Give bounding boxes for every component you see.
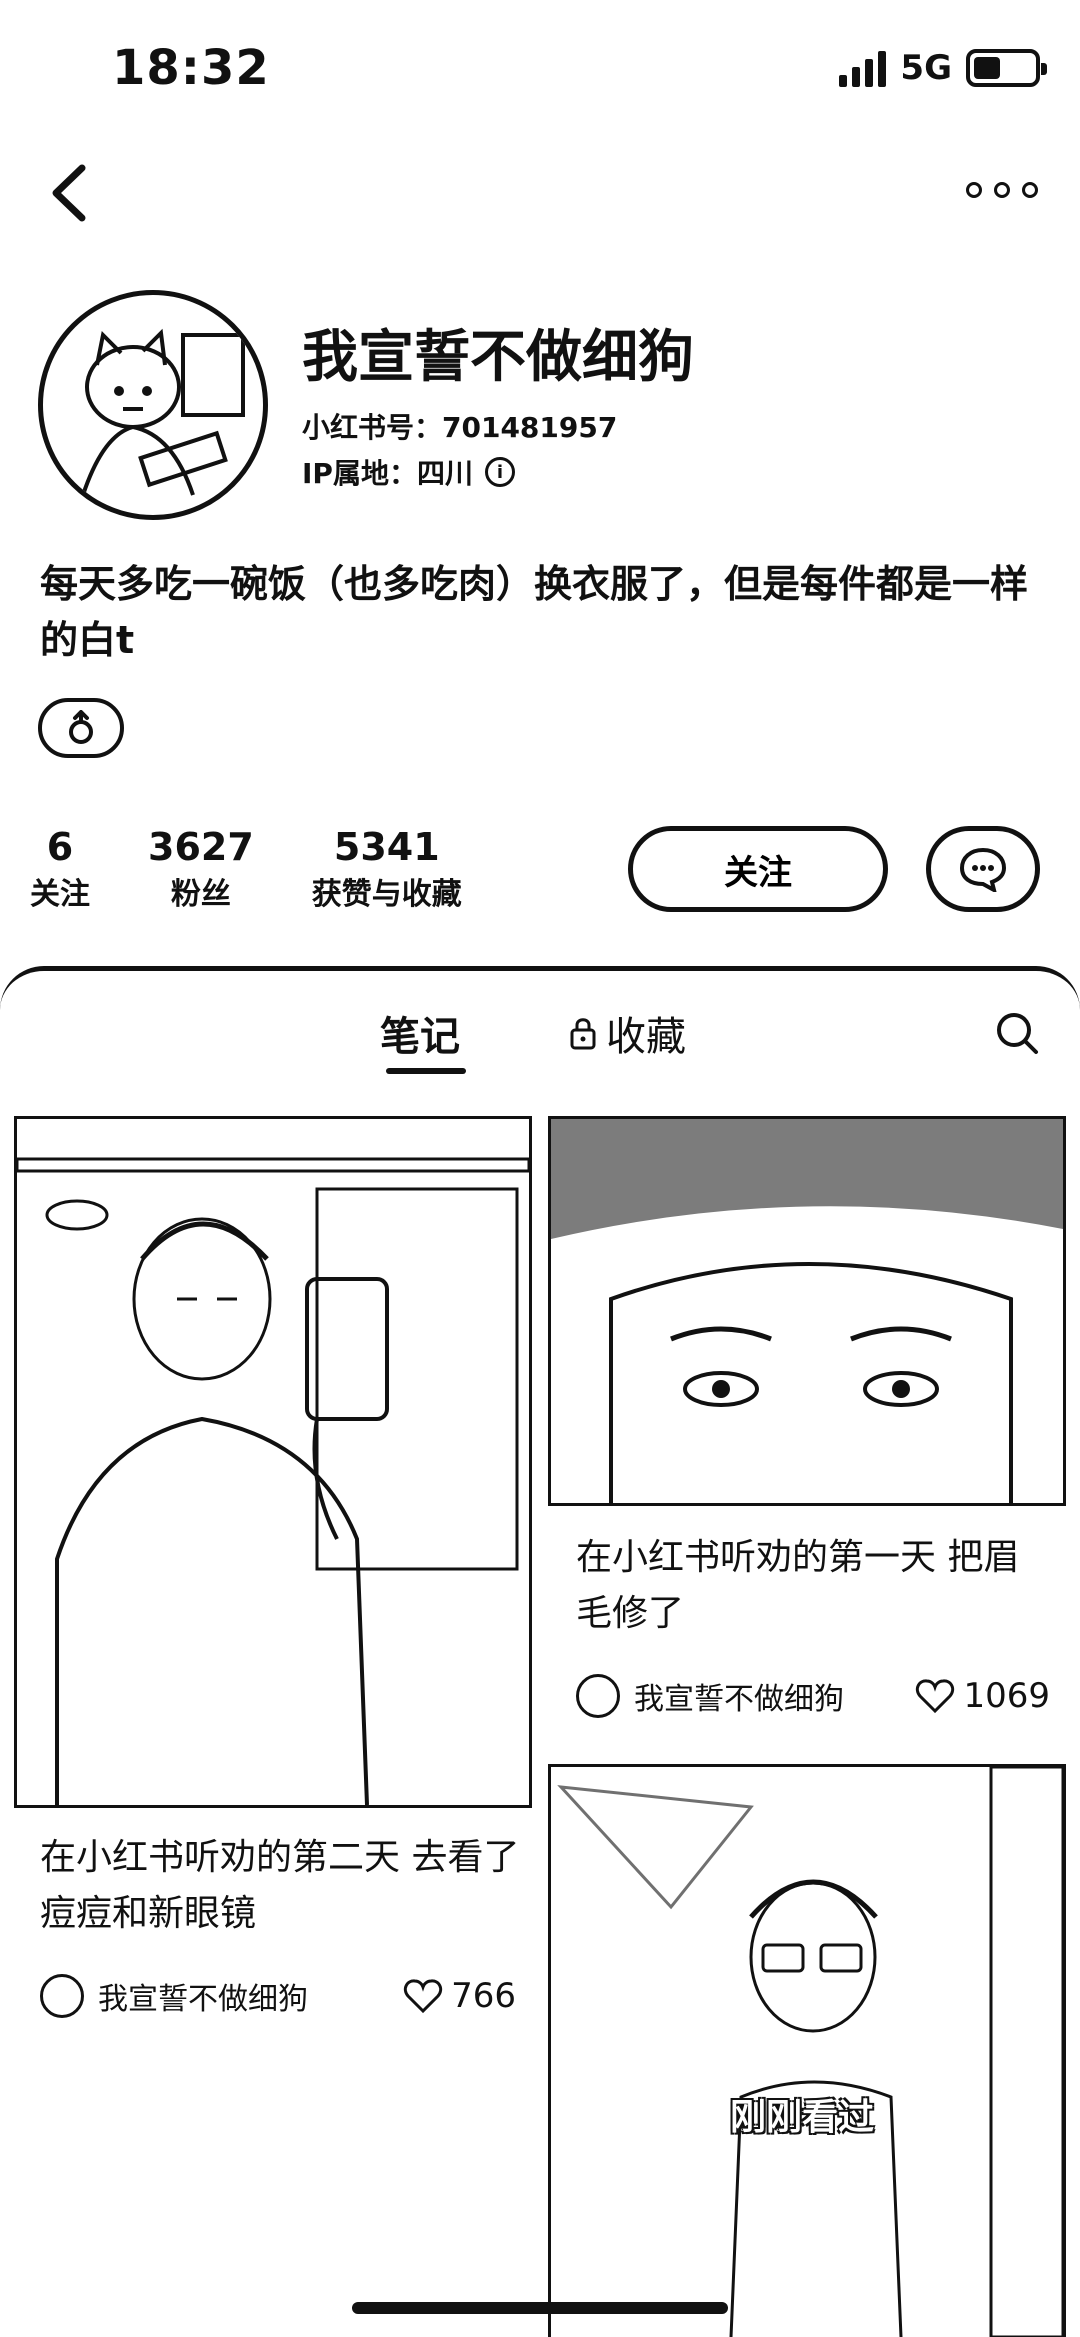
tab-collections[interactable]: 收藏 bbox=[568, 1004, 686, 1062]
stat-followers[interactable]: 3627 粉丝 bbox=[148, 824, 254, 916]
profile-stats: 6 关注 3627 粉丝 5341 获赞与收藏 bbox=[30, 824, 462, 916]
stat-likes-collects[interactable]: 5341 获赞与收藏 bbox=[312, 824, 462, 916]
recently-viewed-badge: 刚刚看过 bbox=[730, 2097, 875, 2138]
lock-icon bbox=[570, 1018, 596, 1050]
tab-collections-label: 收藏 bbox=[606, 1014, 686, 1060]
heart-icon bbox=[404, 1979, 443, 2014]
profile-tabs: 笔记 收藏 bbox=[0, 1000, 1080, 1080]
stat-following[interactable]: 6 关注 bbox=[30, 824, 90, 916]
gender-male-icon bbox=[69, 710, 93, 744]
follow-button[interactable]: 关注 bbox=[628, 826, 888, 912]
chat-button[interactable] bbox=[926, 826, 1040, 912]
note-cover-image bbox=[14, 1116, 532, 1808]
like-count: 1069 bbox=[963, 1676, 1050, 1716]
back-icon[interactable] bbox=[40, 158, 100, 228]
bio: 每天多吃一碗饭（也多吃肉）换衣服了，但是每件都是一样的白t bbox=[40, 562, 1029, 662]
stat-value: 6 bbox=[46, 825, 74, 869]
stat-label: 粉丝 bbox=[170, 877, 231, 912]
stat-value: 5341 bbox=[333, 825, 440, 869]
note-card[interactable] bbox=[548, 1764, 1066, 2337]
search-icon[interactable] bbox=[994, 1010, 1040, 1056]
info-icon[interactable]: i bbox=[484, 457, 515, 487]
ip-location-text: IP属地：四川 bbox=[302, 457, 473, 490]
stat-label: 关注 bbox=[30, 877, 90, 912]
more-icon[interactable] bbox=[966, 170, 1038, 210]
note-likes[interactable]: 1069 bbox=[915, 1676, 1050, 1716]
chat-icon bbox=[959, 847, 1007, 892]
stat-label: 获赞与收藏 bbox=[311, 877, 462, 912]
heart-icon bbox=[916, 1679, 955, 1714]
note-cover-image bbox=[548, 1764, 1066, 2337]
network-type: 5G bbox=[900, 48, 952, 88]
note-meta: 我宣誓不做细狗 766 bbox=[40, 1974, 516, 2018]
author-avatar bbox=[40, 1974, 84, 2018]
like-count: 766 bbox=[451, 1976, 516, 2016]
nickname: 我宣誓不做细狗 bbox=[302, 325, 694, 390]
note-card[interactable]: 在小红书听劝的第二天 去看了痘痘和新眼镜 我宣誓不做细狗 766 bbox=[14, 1116, 532, 2036]
gender-tag bbox=[38, 698, 124, 758]
red-id: 小红书号：701481957 bbox=[302, 411, 618, 444]
note-likes[interactable]: 766 bbox=[403, 1976, 516, 2016]
note-author: 我宣誓不做细狗 bbox=[98, 1982, 308, 2017]
ip-location: IP属地：四川 i bbox=[302, 452, 515, 492]
stat-value: 3627 bbox=[148, 825, 254, 869]
author-avatar bbox=[576, 1674, 620, 1718]
tab-notes[interactable]: 笔记 bbox=[380, 1004, 460, 1062]
note-card[interactable]: 在小红书听劝的第一天 把眉毛修了 我宣誓不做细狗 1069 bbox=[548, 1116, 1066, 1734]
battery-icon bbox=[966, 49, 1047, 87]
avatar[interactable] bbox=[38, 290, 268, 520]
status-icons: 5G bbox=[839, 48, 1047, 88]
home-indicator[interactable] bbox=[352, 2302, 728, 2314]
note-meta: 我宣誓不做细狗 1069 bbox=[576, 1674, 1050, 1718]
status-time: 18:32 bbox=[112, 40, 270, 96]
note-title: 在小红书听劝的第一天 把眉毛修了 bbox=[576, 1537, 1020, 1634]
status-bar: 18:32 5G bbox=[0, 0, 1080, 140]
tab-active-indicator bbox=[386, 1068, 466, 1074]
note-cover-image bbox=[548, 1116, 1066, 1506]
note-author: 我宣誓不做细狗 bbox=[634, 1682, 844, 1717]
note-title: 在小红书听劝的第二天 去看了痘痘和新眼镜 bbox=[40, 1837, 520, 1934]
signal-icon bbox=[839, 49, 887, 87]
